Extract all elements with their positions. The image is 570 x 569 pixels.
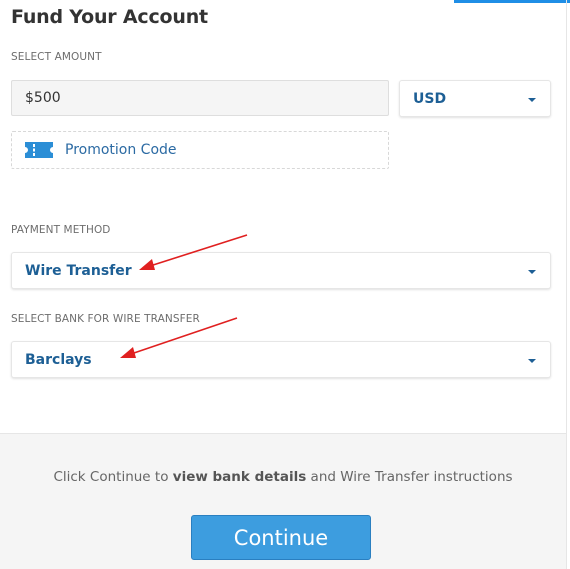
amount-input[interactable]: $500 bbox=[11, 80, 389, 116]
instruction-suffix: and Wire Transfer instructions bbox=[306, 469, 513, 485]
active-tab-indicator bbox=[454, 0, 570, 3]
continue-button[interactable]: Continue bbox=[191, 515, 371, 560]
panel-border bbox=[566, 0, 567, 569]
chevron-down-icon bbox=[528, 358, 536, 363]
ticket-icon bbox=[25, 142, 53, 158]
promotion-code-button[interactable]: Promotion Code bbox=[11, 131, 389, 169]
promotion-code-label: Promotion Code bbox=[65, 142, 177, 158]
payment-method-select[interactable]: Wire Transfer bbox=[11, 252, 551, 289]
page-title: Fund Your Account bbox=[11, 6, 208, 28]
instruction-prefix: Click Continue to bbox=[53, 469, 173, 485]
currency-value: USD bbox=[413, 90, 447, 107]
select-amount-label: SELECT AMOUNT bbox=[11, 51, 102, 63]
chevron-down-icon bbox=[528, 269, 536, 274]
bank-value: Barclays bbox=[25, 351, 92, 368]
wire-transfer-instruction: Click Continue to view bank details and … bbox=[0, 469, 566, 485]
currency-select[interactable]: USD bbox=[399, 80, 551, 117]
footer-panel: Click Continue to view bank details and … bbox=[0, 433, 566, 569]
select-bank-label: SELECT BANK FOR WIRE TRANSFER bbox=[11, 313, 200, 325]
bank-select[interactable]: Barclays bbox=[11, 341, 551, 378]
fund-account-page: Fund Your Account SELECT AMOUNT $500 USD… bbox=[0, 0, 570, 569]
chevron-down-icon bbox=[528, 97, 536, 102]
payment-method-value: Wire Transfer bbox=[25, 262, 132, 279]
payment-method-label: PAYMENT METHOD bbox=[11, 224, 111, 236]
instruction-bold: view bank details bbox=[172, 469, 307, 485]
